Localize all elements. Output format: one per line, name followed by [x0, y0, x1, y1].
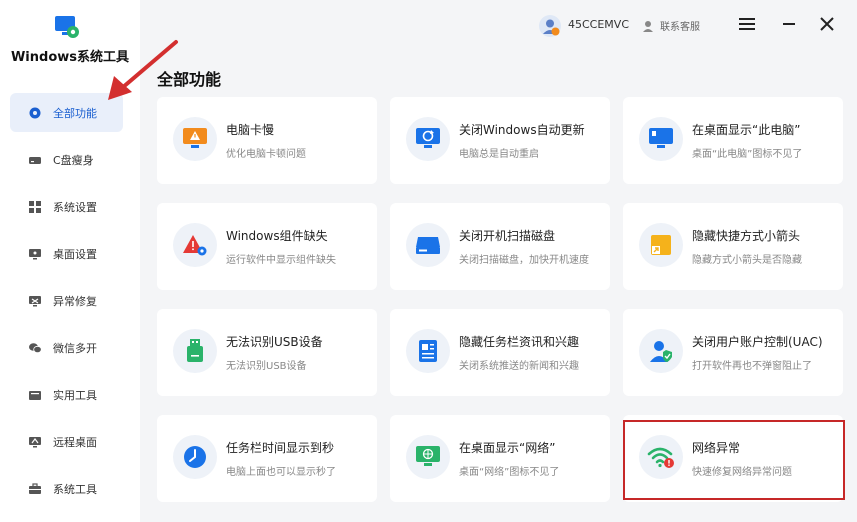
sidebar-item-desktop-settings[interactable]: 桌面设置	[10, 234, 123, 273]
sidebar-item-label: 实用工具	[53, 388, 97, 402]
shortcut-arrow-icon	[639, 223, 683, 267]
sidebar-item-label: 桌面设置	[53, 247, 97, 261]
sidebar-item-label: 异常修复	[53, 294, 97, 308]
card-show-network[interactable]: 在桌面显示“网络” 桌面“网络”图标不见了	[390, 415, 610, 502]
sidebar-item-system-tools[interactable]: 系统工具	[10, 469, 123, 508]
news-icon	[406, 329, 450, 373]
support-link[interactable]: 联系客服	[660, 18, 700, 33]
sidebar-item-label: 系统工具	[53, 482, 97, 496]
card-usb-not-recognized[interactable]: 无法识别USB设备 无法识别USB设备	[157, 309, 377, 396]
card-desc: 关闭扫描磁盘，加快开机速度	[459, 255, 589, 266]
hamburger-icon	[739, 18, 755, 30]
card-desc: 快速修复网络异常问题	[692, 467, 792, 478]
card-title: 网络异常	[692, 441, 741, 455]
sidebar-item-system-settings[interactable]: 系统设置	[10, 187, 123, 226]
close-button[interactable]	[817, 14, 837, 34]
card-title: 电脑卡慢	[226, 123, 275, 137]
app-logo-icon	[54, 14, 80, 40]
sidebar-item-label: 系统设置	[53, 200, 97, 214]
card-show-this-pc[interactable]: 在桌面显示“此电脑” 桌面“此电脑”图标不见了	[623, 97, 843, 184]
card-desc: 关闭系统推送的新闻和兴趣	[459, 361, 579, 372]
usb-icon	[173, 329, 217, 373]
update-monitor-icon	[406, 117, 450, 161]
warning-monitor-icon	[173, 117, 217, 161]
card-title: 关闭用户账户控制(UAC)	[692, 335, 823, 349]
top-bar: 45CCEMVC 联系客服	[140, 0, 857, 50]
page-title: 全部功能	[157, 70, 222, 89]
card-desc: 优化电脑卡顿问题	[226, 149, 306, 160]
card-desc: 桌面“网络”图标不见了	[459, 467, 560, 478]
card-desc: 无法识别USB设备	[226, 361, 307, 372]
briefcase-icon	[28, 482, 42, 496]
wrench-icon	[28, 294, 42, 308]
sidebar-item-label: 微信多开	[53, 341, 97, 355]
card-title: 无法识别USB设备	[226, 335, 323, 349]
card-desc: 隐藏方式小箭头是否隐藏	[692, 255, 802, 266]
card-desc: 打开软件再也不弹窗阻止了	[692, 361, 812, 372]
monitor-icon	[28, 247, 42, 261]
sidebar-item-label: C盘瘦身	[53, 153, 94, 167]
card-pc-slow[interactable]: 电脑卡慢 优化电脑卡顿问题	[157, 97, 377, 184]
user-name[interactable]: 45CCEMVC	[568, 18, 629, 31]
card-network-abnormal[interactable]: 网络异常 快速修复网络异常问题	[623, 415, 843, 502]
drive-icon	[28, 153, 42, 167]
wifi-warning-icon	[639, 435, 683, 479]
sidebar-item-label: 全部功能	[53, 106, 97, 120]
menu-button[interactable]	[737, 14, 757, 34]
card-taskbar-seconds[interactable]: 任务栏时间显示到秒 电脑上面也可以显示秒了	[157, 415, 377, 502]
disk-icon	[406, 223, 450, 267]
card-title: 在桌面显示“网络”	[459, 441, 556, 455]
card-windows-component-missing[interactable]: Windows组件缺失 运行软件中显示组件缺失	[157, 203, 377, 290]
component-warning-icon	[173, 223, 217, 267]
minimize-icon	[783, 23, 795, 25]
sidebar-item-utilities[interactable]: 实用工具	[10, 375, 123, 414]
grid-icon	[28, 200, 42, 214]
avatar[interactable]	[539, 15, 561, 37]
card-hide-shortcut-arrow[interactable]: 隐藏快捷方式小箭头 隐藏方式小箭头是否隐藏	[623, 203, 843, 290]
card-title: Windows组件缺失	[226, 229, 328, 243]
card-title: 在桌面显示“此电脑”	[692, 123, 801, 137]
card-title: 任务栏时间显示到秒	[226, 441, 335, 455]
card-desc: 运行软件中显示组件缺失	[226, 255, 336, 266]
close-icon	[820, 17, 834, 31]
card-title: 关闭Windows自动更新	[459, 123, 585, 137]
card-disable-uac[interactable]: 关闭用户账户控制(UAC) 打开软件再也不弹窗阻止了	[623, 309, 843, 396]
sidebar-item-repair[interactable]: 异常修复	[10, 281, 123, 320]
remote-icon	[28, 435, 42, 449]
card-desc: 电脑总是自动重启	[459, 149, 539, 160]
card-disable-auto-update[interactable]: 关闭Windows自动更新 电脑总是自动重启	[390, 97, 610, 184]
card-desc: 电脑上面也可以显示秒了	[226, 467, 336, 478]
card-title: 关闭开机扫描磁盘	[459, 229, 556, 243]
minimize-button[interactable]	[779, 14, 799, 34]
sidebar-nav: 全部功能 C盘瘦身 系统设置 桌面设置 异常修复 微信多开 实用工具 远程桌面 …	[10, 93, 123, 516]
uac-user-icon	[639, 329, 683, 373]
network-monitor-icon	[406, 435, 450, 479]
card-disable-boot-disk-scan[interactable]: 关闭开机扫描磁盘 关闭扫描磁盘，加快开机速度	[390, 203, 610, 290]
sidebar-item-c-drive[interactable]: C盘瘦身	[10, 140, 123, 179]
sidebar-item-remote-desktop[interactable]: 远程桌面	[10, 422, 123, 461]
sidebar-item-label: 远程桌面	[53, 435, 97, 449]
gear-icon	[28, 106, 42, 120]
toolbox-icon	[28, 388, 42, 402]
card-title: 隐藏任务栏资讯和兴趣	[459, 335, 580, 349]
card-title: 隐藏快捷方式小箭头	[692, 229, 801, 243]
wechat-icon	[28, 341, 42, 355]
clock-icon	[173, 435, 217, 479]
this-pc-icon	[639, 117, 683, 161]
support-user-icon[interactable]	[642, 17, 654, 32]
card-hide-taskbar-news[interactable]: 隐藏任务栏资讯和兴趣 关闭系统推送的新闻和兴趣	[390, 309, 610, 396]
sidebar-item-wechat[interactable]: 微信多开	[10, 328, 123, 367]
card-desc: 桌面“此电脑”图标不见了	[692, 149, 803, 160]
